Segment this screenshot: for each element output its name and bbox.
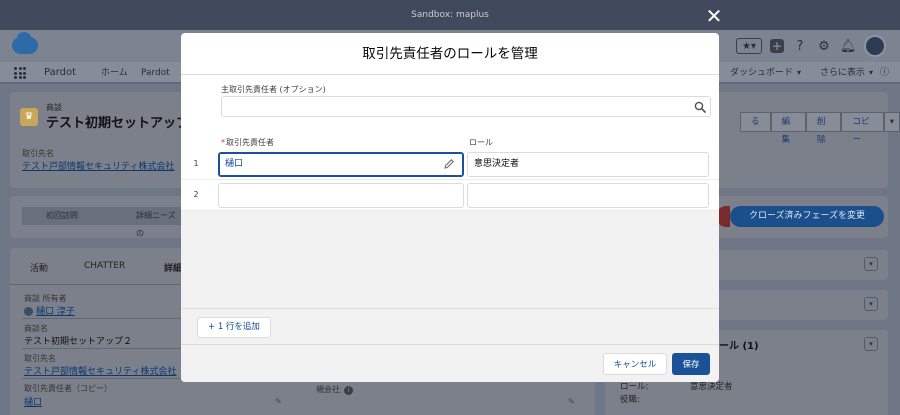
help-question-icon: ? — [796, 38, 804, 54]
column-header-contact: *取引先責任者 — [221, 138, 274, 147]
detail-name-value: テスト初期セットアップ２ — [24, 337, 133, 347]
modal-footer: キャンセル 保存 — [181, 344, 719, 382]
contact-roles-title: ール (1) — [719, 341, 759, 352]
detail-owner-label: 商談 所有者 — [24, 294, 67, 303]
record-action-follow: る — [740, 112, 771, 132]
pencil-icon: ✎ — [568, 397, 575, 406]
record-account-label: 取引先名 — [22, 149, 54, 158]
record-action-edit: 編集 — [770, 112, 806, 145]
header-utility-icons: ★▾ + ? ⚙ 🔔︎ — [736, 34, 886, 58]
table-row: 1 樋口 意思決定者 — [181, 149, 719, 180]
salesforce-logo-icon — [12, 32, 38, 54]
close-icon[interactable]: ✕ — [704, 6, 724, 26]
tab-details: 詳細 — [164, 264, 183, 274]
chevron-down-icon: ▾ — [869, 68, 874, 77]
owner-avatar-icon — [24, 307, 33, 316]
record-title: テスト初期セットアップ２ — [46, 116, 203, 131]
detail-contact-label: 取引先責任者（コピー） — [24, 384, 112, 393]
detail-name-label: 商談名 — [24, 324, 48, 333]
contact-cell-value: 樋口 — [225, 159, 244, 169]
contact-cell[interactable] — [218, 183, 464, 208]
required-mark: * — [221, 138, 225, 147]
detail-owner-value: 樋口 淳子 — [24, 304, 75, 317]
pencil-icon[interactable] — [443, 158, 455, 170]
chevron-down-icon: ▾ — [864, 337, 878, 351]
app-name: Pardot — [44, 67, 77, 78]
global-actions-plus-icon: + — [770, 39, 784, 53]
pencil-icon: ✎ — [275, 397, 282, 406]
record-action-copy: コピー — [841, 112, 884, 145]
setup-gear-icon: ⚙ — [818, 38, 830, 54]
primary-contact-search-input[interactable] — [221, 96, 711, 117]
modal-title: 取引先責任者のロールを管理 — [181, 33, 719, 75]
chevron-down-icon: ▾ — [864, 297, 878, 311]
manage-contact-roles-modal: 取引先責任者のロールを管理 主取引先責任者 (オプション) *取引先責任者 ロー… — [181, 33, 719, 382]
nav-item-home: ホーム — [101, 68, 128, 78]
nav-item-pardot: Pardot — [141, 68, 170, 78]
role-cell[interactable] — [467, 183, 709, 208]
user-avatar — [864, 35, 886, 57]
role-cell-value: 意思決定者 — [474, 159, 520, 169]
detail-parent-label: 親会社 i — [316, 384, 353, 395]
row-number: 1 — [193, 159, 199, 168]
chevron-down-icon: ▾ — [797, 68, 802, 77]
nav-info-icon: ⓘ — [880, 68, 890, 78]
cancel-button[interactable]: キャンセル — [603, 353, 667, 375]
chevron-down-icon: ▾ — [883, 112, 900, 132]
sandbox-banner: Sandbox: maplus — [0, 0, 900, 30]
tab-activity: 活動 — [30, 264, 49, 274]
title-key: 役職: — [620, 395, 640, 405]
add-row-button[interactable]: + 1 行を追加 — [197, 317, 271, 338]
detail-contact-value: 樋口 — [24, 398, 43, 408]
primary-contact-section: 主取引先責任者 (オプション) — [181, 75, 719, 135]
add-row-bar: + 1 行を追加 — [181, 308, 719, 344]
favorites-star-icon: ★▾ — [736, 38, 762, 54]
roles-table-header: *取引先責任者 ロール — [181, 135, 719, 149]
primary-contact-label: 主取引先責任者 (オプション) — [221, 85, 326, 94]
row-number: 2 — [193, 190, 199, 199]
change-closed-phase-button: クローズ済みフェーズを変更 — [730, 206, 884, 227]
record-action-delete: 削除 — [806, 112, 842, 145]
notifications-bell-icon: 🔔︎ — [839, 38, 857, 54]
record-action-buttons: る 編集 削除 コピー ▾ — [740, 112, 900, 145]
detail-account-label: 取引先名 — [24, 354, 56, 363]
record-account-link: テスト戸部情報セキュリティ株式会社 — [22, 162, 175, 172]
modal-body: 主取引先責任者 (オプション) *取引先責任者 ロール 1 樋口 意思決定者 2 — [181, 75, 719, 308]
table-row: 2 — [181, 180, 719, 211]
path-step-needs: 詳細ニーズの — [112, 207, 182, 238]
role-cell[interactable]: 意思決定者 — [467, 152, 709, 177]
path-step-first-visit: 初回訪問 — [22, 207, 120, 225]
info-icon: i — [344, 386, 353, 395]
detail-account-value: テスト戸部情報セキュリティ株式会社 — [24, 367, 177, 377]
app-launcher-icon — [14, 67, 26, 79]
nav-item-more: さらに表示 ▾ — [820, 68, 874, 78]
nav-item-dashboard: ダッシュボード ▾ — [730, 68, 802, 78]
tab-chatter: CHATTER — [84, 261, 126, 271]
opportunity-crown-icon: ♛ — [20, 108, 38, 126]
column-header-role: ロール — [469, 138, 493, 147]
save-button[interactable]: 保存 — [672, 353, 710, 375]
chevron-down-icon: ▾ — [864, 257, 878, 271]
contact-cell[interactable]: 樋口 — [218, 152, 464, 177]
search-icon[interactable] — [694, 101, 706, 113]
